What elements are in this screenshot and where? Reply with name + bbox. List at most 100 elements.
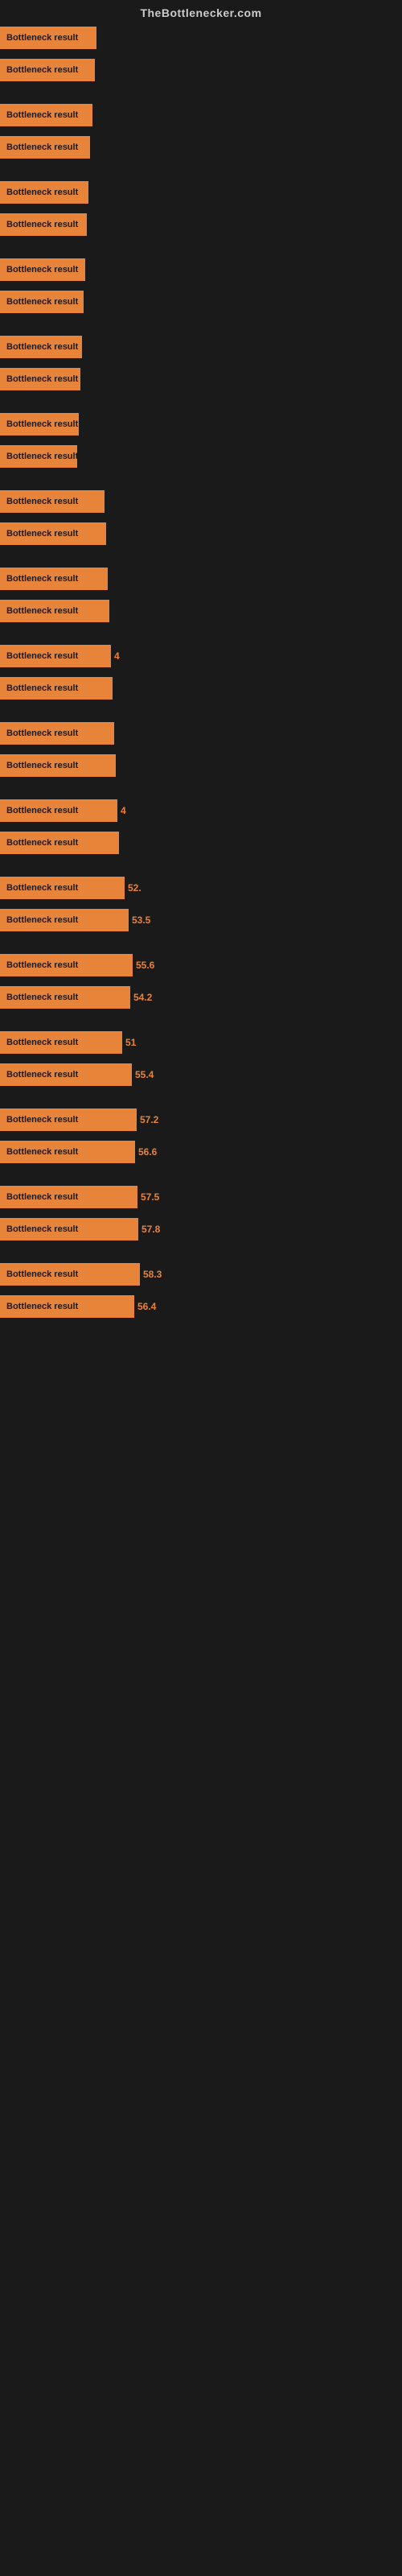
bar-fill: Bottleneck result <box>0 413 79 436</box>
bar-fill: Bottleneck result <box>0 600 109 622</box>
bar-label: Bottleneck result <box>3 220 81 229</box>
bar-row: Bottleneck result <box>0 209 402 240</box>
bar-value: 4 <box>114 650 120 662</box>
bar-label: Bottleneck result <box>3 188 81 197</box>
bar-row: Bottleneck result <box>0 177 402 208</box>
bar-label: Bottleneck result <box>3 729 81 738</box>
bar-row: Bottleneck result52. <box>0 873 402 903</box>
bar-label: Bottleneck result <box>3 419 81 429</box>
bar-value: 56.6 <box>138 1146 157 1158</box>
bar-fill: Bottleneck result <box>0 1063 132 1086</box>
bar-fill: Bottleneck result <box>0 490 105 513</box>
bar-row: Bottleneck result 4 <box>0 641 402 671</box>
bar-fill: Bottleneck result <box>0 677 113 700</box>
chart-container: Bottleneck resultBottleneck resultBottle… <box>0 23 402 1336</box>
bar-label: Bottleneck result <box>3 960 81 970</box>
bar-row: Bottleneck result <box>0 486 402 517</box>
bar-value: 57.8 <box>142 1224 160 1235</box>
bar-label: Bottleneck result <box>3 1147 81 1157</box>
bar-label: Bottleneck result <box>3 1070 81 1080</box>
bar-row: Bottleneck result <box>0 409 402 440</box>
bar-fill: Bottleneck result <box>0 877 125 899</box>
bar-label: Bottleneck result <box>3 1192 81 1202</box>
bar-row: Bottleneck result <box>0 100 402 130</box>
bar-row: Bottleneck result 55.4 <box>0 1059 402 1090</box>
bar-label: Bottleneck result <box>3 1269 81 1279</box>
bar-row: Bottleneck result <box>0 441 402 472</box>
bar-row: Bottleneck result57.2 <box>0 1104 402 1135</box>
bar-row: Bottleneck result <box>0 132 402 163</box>
bar-row: Bottleneck result58.3 <box>0 1259 402 1290</box>
bar-fill: Bottleneck result <box>0 104 92 126</box>
bar-fill: Bottleneck result <box>0 522 106 545</box>
bar-fill: Bottleneck result <box>0 1295 134 1318</box>
bar-label: Bottleneck result <box>3 33 81 43</box>
bar-label: Bottleneck result <box>3 1038 81 1047</box>
bar-row: Bottleneck result <box>0 332 402 362</box>
bar-label: Bottleneck result <box>3 993 81 1002</box>
bar-fill: Bottleneck result <box>0 1031 122 1054</box>
bar-value: 53.5 <box>132 914 150 926</box>
bar-fill: Bottleneck result <box>0 213 87 236</box>
bar-fill: Bottleneck result <box>0 181 88 204</box>
bar-fill: Bottleneck result <box>0 1186 137 1208</box>
bar-row: Bottleneck result <box>0 828 402 858</box>
bar-label: Bottleneck result <box>3 574 81 584</box>
bar-label: Bottleneck result <box>3 529 81 539</box>
bar-fill: Bottleneck result <box>0 368 80 390</box>
bar-label: Bottleneck result <box>3 65 81 75</box>
bar-fill: Bottleneck result <box>0 1141 135 1163</box>
bar-fill: Bottleneck result <box>0 258 85 281</box>
bar-fill: Bottleneck result <box>0 909 129 931</box>
bar-label: Bottleneck result <box>3 374 81 384</box>
bar-fill: Bottleneck result <box>0 291 84 313</box>
bar-row: Bottleneck result 51 <box>0 1027 402 1058</box>
bar-label: Bottleneck result <box>3 883 81 893</box>
bar-row: Bottleneck result57.5 <box>0 1182 402 1212</box>
bar-label: Bottleneck result <box>3 297 81 307</box>
bar-value: 55.4 <box>135 1069 154 1080</box>
bar-value: 51 <box>125 1037 136 1048</box>
bar-row: Bottleneck result <box>0 564 402 594</box>
bar-fill: Bottleneck result <box>0 59 95 81</box>
bar-row: Bottleneck result 54.2 <box>0 982 402 1013</box>
bar-fill: Bottleneck result <box>0 336 82 358</box>
bar-value: 55.6 <box>136 960 154 971</box>
bar-fill: Bottleneck result <box>0 722 114 745</box>
bar-row: Bottleneck result 53.5 <box>0 905 402 935</box>
bar-label: Bottleneck result <box>3 606 81 616</box>
bar-row: Bottleneck result 4 <box>0 795 402 826</box>
bar-fill: Bottleneck result <box>0 568 108 590</box>
bar-fill: Bottleneck result <box>0 799 117 822</box>
bar-label: Bottleneck result <box>3 651 81 661</box>
bar-label: Bottleneck result <box>3 265 81 275</box>
bar-row: Bottleneck result <box>0 750 402 781</box>
bar-row: Bottleneck result 56.6 <box>0 1137 402 1167</box>
bar-label: Bottleneck result <box>3 915 81 925</box>
bar-row: Bottleneck result <box>0 55 402 85</box>
bar-row: Bottleneck result 56.4 <box>0 1291 402 1322</box>
bar-value: 54.2 <box>133 992 152 1003</box>
bar-row: Bottleneck result 57.8 <box>0 1214 402 1245</box>
bar-value: 56.4 <box>137 1301 156 1312</box>
bar-row: Bottleneck result <box>0 596 402 626</box>
site-header: TheBottlenecker.com <box>0 0 402 23</box>
bar-fill: Bottleneck result <box>0 832 119 854</box>
bar-fill: Bottleneck result <box>0 754 116 777</box>
bar-fill: Bottleneck result <box>0 27 96 49</box>
bar-row: Bottleneck result <box>0 254 402 285</box>
bar-value: 4 <box>121 805 126 816</box>
bar-label: Bottleneck result <box>3 110 81 120</box>
bar-row: Bottleneck result <box>0 364 402 394</box>
bar-label: Bottleneck result <box>3 838 81 848</box>
bar-label: Bottleneck result <box>3 342 81 352</box>
bar-label: Bottleneck result <box>3 1224 81 1234</box>
bar-label: Bottleneck result <box>3 683 81 693</box>
bar-row: Bottleneck result <box>0 518 402 549</box>
bar-row: Bottleneck result <box>0 673 402 704</box>
bar-fill: Bottleneck result <box>0 1218 138 1241</box>
bar-label: Bottleneck result <box>3 806 81 815</box>
bar-label: Bottleneck result <box>3 452 81 461</box>
bar-label: Bottleneck result <box>3 1302 81 1311</box>
bar-label: Bottleneck result <box>3 497 81 506</box>
